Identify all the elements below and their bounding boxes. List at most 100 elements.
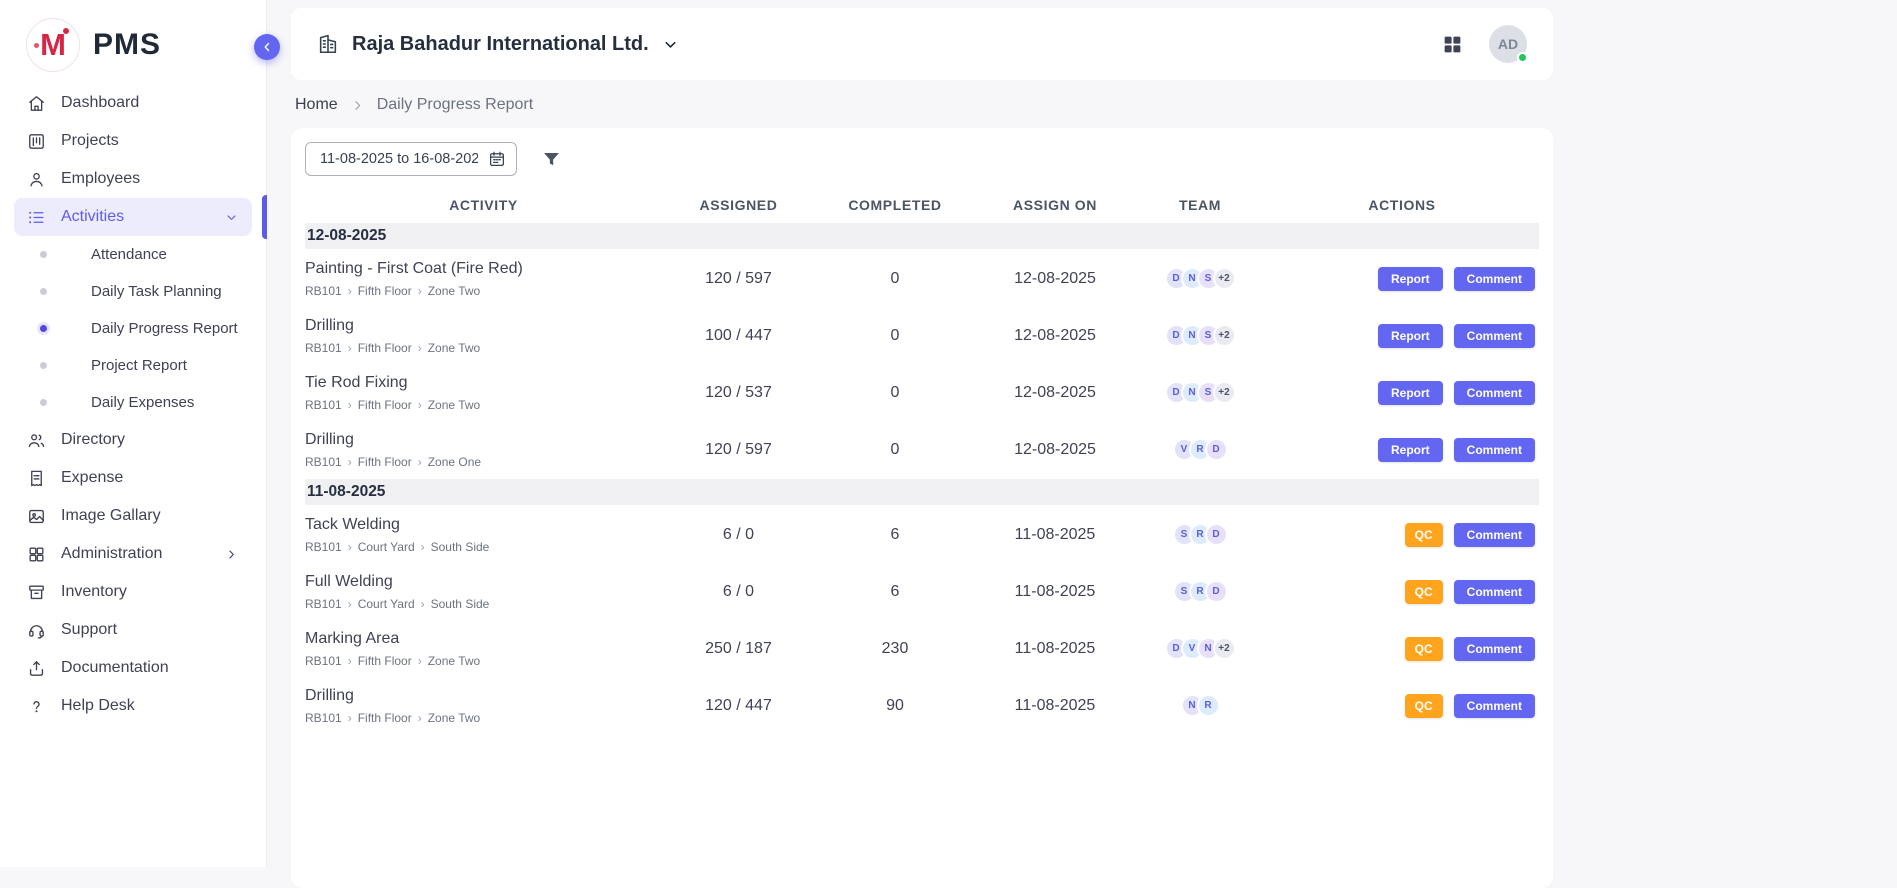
table-row: DrillingRB101›Fifth Floor›Zone Two100 / …	[305, 307, 1539, 364]
group-date: 11-08-2025	[307, 483, 385, 501]
qc-button[interactable]: QC	[1405, 637, 1443, 661]
company-selector[interactable]: Raja Bahadur International Ltd.	[317, 33, 679, 56]
comment-button[interactable]: Comment	[1454, 694, 1535, 718]
table-body: 12-08-2025Painting - First Coat (Fire Re…	[305, 223, 1539, 734]
comment-button[interactable]: Comment	[1454, 580, 1535, 604]
bullet-icon	[40, 399, 47, 406]
report-button[interactable]: Report	[1378, 324, 1443, 348]
inventory-icon	[27, 583, 46, 602]
comment-button[interactable]: Comment	[1454, 438, 1535, 462]
comment-button[interactable]: Comment	[1454, 267, 1535, 291]
team-extra-badge[interactable]: +2	[1213, 637, 1236, 660]
sidebar-item-inventory[interactable]: Inventory	[14, 573, 252, 611]
chevron-right-icon: ›	[348, 399, 352, 411]
activity-path-part: Fifth Floor	[358, 455, 412, 469]
sidebar-subitem-label: Daily Progress Report	[91, 320, 238, 337]
helpdesk-icon	[27, 697, 46, 716]
date-range-value[interactable]	[318, 150, 480, 168]
topbar: Raja Bahadur International Ltd. AD	[291, 8, 1553, 80]
expense-icon	[27, 469, 46, 488]
table-row: Marking AreaRB101›Fifth Floor›Zone Two25…	[305, 620, 1539, 677]
online-status-dot	[1517, 52, 1528, 63]
sidebar-item-label: Employees	[61, 170, 140, 188]
column-header-team: TEAM	[1135, 197, 1265, 213]
chevron-right-icon	[224, 547, 239, 562]
sidebar-item-directory[interactable]: Directory	[14, 421, 252, 459]
team-cell: SRD	[1135, 523, 1265, 546]
sidebar-item-dashboard[interactable]: Dashboard	[14, 84, 252, 122]
filter-funnel-icon[interactable]	[541, 149, 562, 170]
sidebar-item-support[interactable]: Support	[14, 611, 252, 649]
sidebar-item-administration[interactable]: Administration	[14, 535, 252, 573]
sidebar-item-projects[interactable]: Projects	[14, 122, 252, 160]
report-button[interactable]: Report	[1378, 381, 1443, 405]
team-cell: VRD	[1135, 438, 1265, 461]
team-avatar: D	[1205, 580, 1228, 603]
sidebar-item-activities[interactable]: Activities	[14, 198, 252, 236]
sidebar-item-label: Activities	[61, 208, 124, 226]
user-menu[interactable]: AD	[1489, 25, 1527, 63]
completed-cell: 90	[815, 697, 975, 715]
qc-button[interactable]: QC	[1405, 580, 1443, 604]
actions-cell: Report Comment	[1265, 324, 1539, 348]
team-avatar: R	[1197, 694, 1220, 717]
team-avatar: D	[1205, 523, 1228, 546]
sidebar-item-expense[interactable]: Expense	[14, 459, 252, 497]
breadcrumb-current: Daily Progress Report	[377, 96, 534, 114]
breadcrumb-home[interactable]: Home	[295, 96, 338, 114]
sidebar-item-help-desk[interactable]: Help Desk	[14, 687, 252, 725]
qc-button[interactable]: QC	[1405, 523, 1443, 547]
sidebar-subitem-project-report[interactable]: Project Report	[0, 347, 266, 384]
comment-button[interactable]: Comment	[1454, 324, 1535, 348]
comment-button[interactable]: Comment	[1454, 523, 1535, 547]
sidebar-item-documentation[interactable]: Documentation	[14, 649, 252, 687]
comment-button[interactable]: Comment	[1454, 381, 1535, 405]
assigned-cell: 6 / 0	[662, 583, 815, 601]
team-extra-badge[interactable]: +2	[1213, 324, 1236, 347]
team-cell: SRD	[1135, 580, 1265, 603]
activity-name: Full Welding	[305, 573, 662, 591]
app-logo[interactable]: M PMS	[0, 0, 266, 84]
report-button[interactable]: Report	[1378, 438, 1443, 462]
chevron-right-icon: ›	[348, 541, 352, 553]
sidebar-collapse-button[interactable]	[254, 34, 280, 60]
bullet-icon	[40, 251, 47, 258]
team-extra-badge[interactable]: +2	[1213, 381, 1236, 404]
calendar-icon[interactable]	[488, 150, 506, 168]
chevron-right-icon: ›	[348, 342, 352, 354]
activity-name: Drilling	[305, 687, 662, 705]
sidebar-subitem-attendance[interactable]: Attendance	[0, 236, 266, 273]
sidebar-item-image-gallary[interactable]: Image Gallary	[14, 497, 252, 535]
chevron-right-icon: ›	[418, 285, 422, 297]
assign-on-cell: 11-08-2025	[975, 526, 1135, 544]
assign-on-cell: 12-08-2025	[975, 384, 1135, 402]
documentation-icon	[27, 659, 46, 678]
activity-path-part: RB101	[305, 597, 342, 611]
sidebar-subitem-daily-expenses[interactable]: Daily Expenses	[0, 384, 266, 421]
sidebar-subitem-daily-task-planning[interactable]: Daily Task Planning	[0, 273, 266, 310]
chevron-right-icon: ›	[348, 456, 352, 468]
date-range-input[interactable]	[305, 142, 517, 176]
completed-cell: 0	[815, 384, 975, 402]
activity-path-part: Court Yard	[358, 540, 415, 554]
comment-button[interactable]: Comment	[1454, 637, 1535, 661]
sidebar-item-label: Administration	[61, 545, 162, 563]
table-row: Full WeldingRB101›Court Yard›South Side6…	[305, 563, 1539, 620]
report-button[interactable]: Report	[1378, 267, 1443, 291]
sidebar-subitem-daily-progress-report[interactable]: Daily Progress Report	[0, 310, 266, 347]
filter-bar	[305, 142, 1539, 176]
chevron-right-icon: ›	[348, 285, 352, 297]
team-extra-badge[interactable]: +2	[1213, 267, 1236, 290]
apps-grid-icon[interactable]	[1442, 34, 1463, 55]
qc-button[interactable]: QC	[1405, 694, 1443, 718]
activity-path-part: Fifth Floor	[358, 341, 412, 355]
sidebar-item-employees[interactable]: Employees	[14, 160, 252, 198]
sidebar-item-label: Directory	[61, 431, 125, 449]
activity-path-part: Fifth Floor	[358, 654, 412, 668]
chevron-right-icon: ›	[418, 342, 422, 354]
assigned-cell: 100 / 447	[662, 327, 815, 345]
activity-path-part: RB101	[305, 284, 342, 298]
chevron-right-icon: ›	[348, 655, 352, 667]
activity-name: Tack Welding	[305, 516, 662, 534]
activity-path-part: Fifth Floor	[358, 711, 412, 725]
